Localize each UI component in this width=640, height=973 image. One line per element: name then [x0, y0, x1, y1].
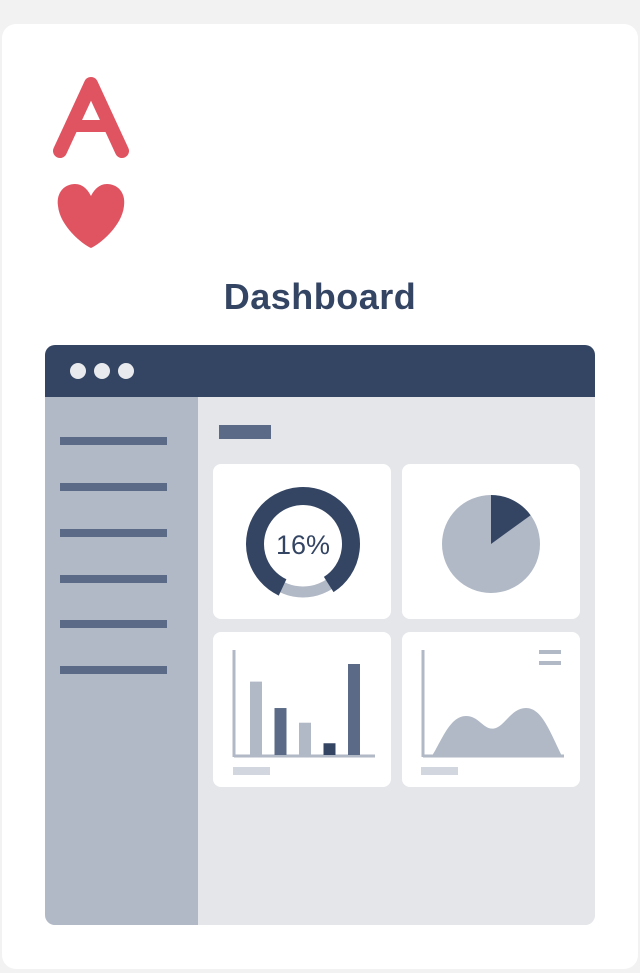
sidebar [45, 397, 198, 925]
bar [250, 681, 262, 755]
area-chart-caption-placeholder [421, 767, 458, 775]
bar-chart-widget [213, 632, 391, 787]
window-dot-icon [94, 363, 110, 379]
page-title: Dashboard [223, 276, 417, 317]
legend-icon-line [539, 650, 561, 654]
main-content: 16% [198, 397, 595, 925]
legend-icon-line [539, 661, 561, 665]
sidebar-item [60, 529, 167, 537]
bar [323, 743, 336, 755]
card-corner [53, 77, 129, 248]
bar [299, 722, 311, 755]
pie-widget [402, 464, 580, 619]
window-dot-icon [118, 363, 134, 379]
content-heading-placeholder [219, 425, 271, 439]
heart-suit-icon [57, 184, 125, 248]
bar [274, 708, 287, 755]
rank-letter-a [53, 77, 129, 158]
dashboard-window-illustration: 16% [45, 345, 595, 925]
donut-percentage: 16% [276, 530, 330, 560]
area-chart-widget [402, 632, 580, 787]
bar [348, 664, 360, 755]
window-titlebar [45, 345, 595, 397]
sidebar-item [60, 620, 167, 628]
sidebar-item [60, 483, 167, 491]
sidebar-item [60, 666, 167, 674]
window-dot-icon [70, 363, 86, 379]
area-chart-fill [432, 708, 562, 756]
bar-chart-caption-placeholder [233, 767, 270, 775]
sidebar-item [60, 575, 167, 583]
sidebar-item [60, 437, 167, 445]
donut-widget: 16% [213, 464, 391, 619]
